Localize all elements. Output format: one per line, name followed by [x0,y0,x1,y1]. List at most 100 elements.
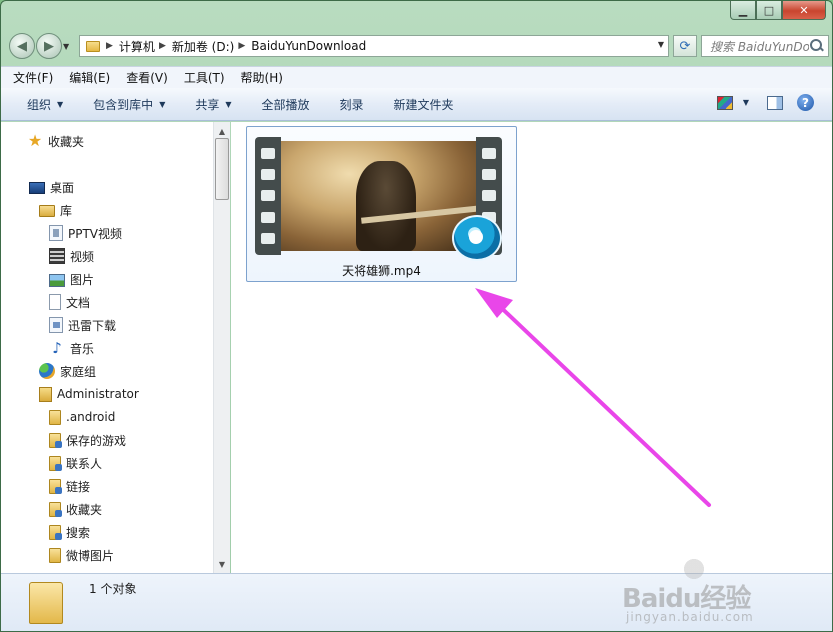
search-icon[interactable] [809,38,825,54]
sidebar-item-desktop[interactable]: 桌面 [29,177,74,197]
links-folder-icon [49,478,62,494]
scroll-up-icon[interactable]: ▲ [214,123,230,139]
watermark-url: jingyan.baidu.com [626,610,754,624]
sidebar-item-pptv-videos[interactable]: PPTV视频 [49,223,122,243]
sidebar-item-administrator[interactable]: Administrator [39,384,139,404]
sidebar-item-label: 文档 [66,295,91,310]
include-in-library-button[interactable]: 包含到库中 ▼ [93,96,165,113]
user-folder-icon [39,386,52,402]
sidebar-item-links[interactable]: 链接 [49,476,90,496]
address-history-dropdown[interactable]: ▼ [658,40,664,49]
share-button[interactable]: 共享 ▼ [195,96,231,113]
file-item[interactable]: 天将雄狮.mp4 [246,126,517,282]
folder-icon [49,409,61,425]
folder-icon [29,582,63,624]
sidebar-item-pictures[interactable]: 图片 [49,269,94,289]
burn-button[interactable]: 刻录 [340,96,364,113]
menu-tools[interactable]: 工具(T) [184,69,225,86]
folder-icon [86,40,100,52]
sidebar-item-weibo-pictures[interactable]: 微博图片 [49,545,114,565]
caret-down-icon: ▼ [57,99,64,109]
video-thumbnail [255,137,502,261]
organize-button[interactable]: 组织 ▼ [27,96,63,113]
searches-folder-icon [49,524,62,540]
menu-help[interactable]: 帮助(H) [241,69,283,86]
sidebar-item-android[interactable]: .android [49,407,115,427]
sidebar-item-xunlei-downloads[interactable]: 迅雷下载 [49,315,116,335]
toolbar-right-group: ▼ ? [716,94,814,111]
menu-file[interactable]: 文件(F) [13,69,53,86]
breadcrumb-baiduyundownload[interactable]: BaiduYunDownload [251,39,366,53]
sidebar-item-label: 搜索 [66,525,91,540]
sidebar-item-label: 联系人 [66,456,103,471]
breadcrumb-computer[interactable]: 计算机 [119,38,155,55]
chevron-right-icon[interactable]: ▶ [159,41,166,51]
pptv-library-icon [49,225,63,241]
star-icon: ★ [27,131,43,150]
chevron-right-icon[interactable]: ▶ [106,41,113,51]
favorites-folder-icon [49,501,62,517]
sidebar-item-user-favorites[interactable]: 收藏夹 [49,499,102,519]
chevron-right-icon[interactable]: ▶ [238,41,245,51]
navigation-row: ◀ ▶ ▼ ▶ 计算机 ▶ 新加卷 (D:) ▶ BaiduYunDownloa… [9,31,829,61]
video-frame-image [281,141,476,251]
preview-pane-icon[interactable] [767,95,783,110]
sidebar-item-saved-games[interactable]: 保存的游戏 [49,430,126,450]
sidebar-item-label: 音乐 [70,341,95,356]
include-in-library-label: 包含到库中 [93,97,154,112]
file-name: 天将雄狮.mp4 [342,264,421,278]
search-placeholder: 搜索 BaiduYunDownload [710,39,809,54]
sidebar-item-label: 保存的游戏 [66,433,127,448]
address-bar[interactable]: ▶ 计算机 ▶ 新加卷 (D:) ▶ BaiduYunDownload ▼ [79,35,669,57]
scroll-down-icon[interactable]: ▼ [214,556,230,572]
library-icon [39,205,55,217]
sidebar-item-label: 库 [60,203,73,218]
contacts-folder-icon [49,455,62,471]
sidebar-item-documents[interactable]: 文档 [49,292,90,312]
navigation-pane-scrollbar[interactable]: ▲ ▼ [213,122,230,573]
menu-edit[interactable]: 编辑(E) [69,69,110,86]
search-input[interactable]: 搜索 BaiduYunDownload [701,35,829,57]
saved-games-folder-icon [49,432,62,448]
sidebar-item-label: PPTV视频 [68,226,123,241]
homegroup-icon [39,363,55,379]
help-icon[interactable]: ? [797,94,814,111]
sidebar-item-label: 迅雷下载 [68,318,117,333]
sidebar-item-homegroup[interactable]: 家庭组 [39,361,96,381]
sidebar-item-music[interactable]: ♪ 音乐 [49,338,94,358]
baidu-jingyan-watermark: Baidu经验 jingyan.baidu.com [616,552,786,631]
change-view-icon[interactable] [716,95,733,110]
sidebar-item-label: .android [66,410,116,424]
pictures-library-icon [49,273,65,287]
breadcrumb-drive-d[interactable]: 新加卷 (D:) [172,38,234,55]
file-list-pane[interactable]: 天将雄狮.mp4 [231,122,832,573]
sidebar-item-favorites[interactable]: ★ 收藏夹 [27,131,84,151]
sidebar-item-label: 收藏夹 [48,134,85,149]
forward-button[interactable]: ▶ [36,33,62,59]
new-folder-button[interactable]: 新建文件夹 [394,96,454,113]
forward-arrow-icon: ▶ [44,38,54,54]
minimize-button[interactable]: ▁ [730,1,756,20]
details-pane: 1 个对象 Baidu经验 jingyan.baidu.com [1,552,832,631]
scrollbar-thumb[interactable] [215,138,229,200]
view-options-dropdown[interactable]: ▼ [743,98,749,107]
item-count: 1 个对象 [89,582,137,596]
sidebar-item-videos[interactable]: 视频 [49,246,94,266]
refresh-button[interactable]: ⟳ [673,35,697,57]
menu-view[interactable]: 查看(V) [126,69,168,86]
close-button[interactable]: ✕ [782,1,826,20]
back-button[interactable]: ◀ [9,33,35,59]
video-library-icon [49,248,65,264]
xunlei-library-icon [49,317,63,333]
play-all-button[interactable]: 全部播放 [262,96,310,113]
music-note-icon: ♪ [52,339,62,357]
folder-icon [49,547,61,563]
sidebar-item-contacts[interactable]: 联系人 [49,453,102,473]
command-toolbar: 组织 ▼ 包含到库中 ▼ 共享 ▼ 全部播放 刻录 新建文件夹 ▼ ? [1,88,832,121]
sidebar-item-searches[interactable]: 搜索 [49,522,90,542]
media-player-badge-icon [452,215,502,261]
recent-pages-dropdown[interactable]: ▼ [63,42,75,51]
sidebar-item-libraries[interactable]: 库 [39,200,72,220]
maximize-button[interactable]: □ [756,1,782,20]
sidebar-item-label: 微博图片 [66,548,115,563]
